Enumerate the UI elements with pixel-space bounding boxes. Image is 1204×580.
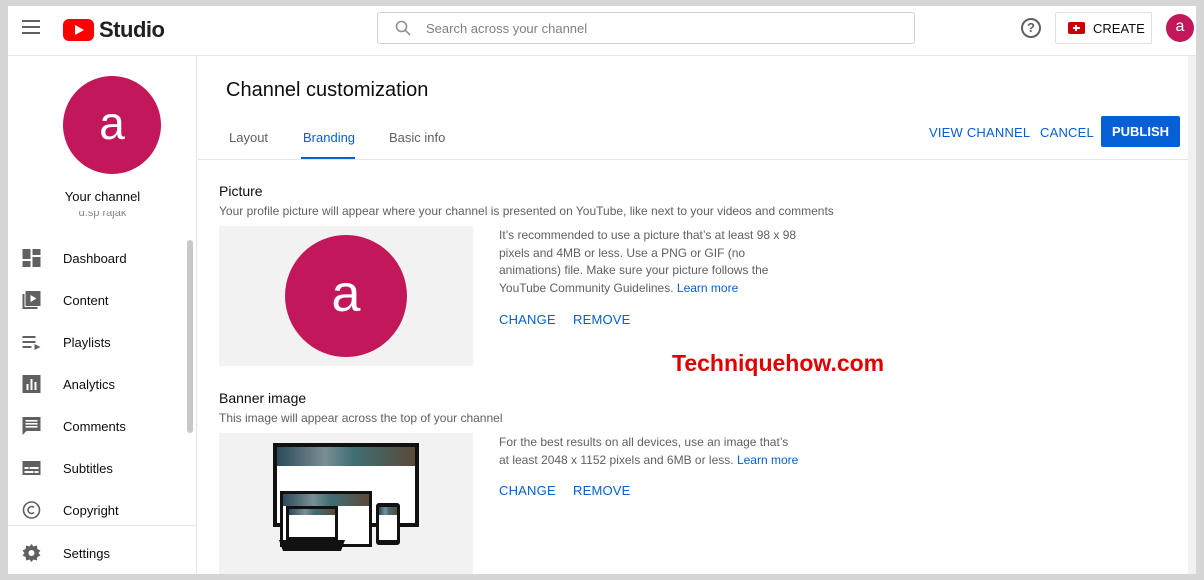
sidebar-item-comments[interactable]: Comments [8,406,188,446]
create-label: CREATE [1093,20,1145,36]
youtube-logo-icon [63,19,94,41]
sidebar-item-analytics[interactable]: Analytics [8,364,188,404]
picture-remove-button[interactable]: REMOVE [573,312,631,327]
channel-handle: d.sp rajak [78,211,127,219]
sidebar-item-label: Playlists [63,334,111,350]
account-avatar[interactable]: a [1166,14,1194,42]
tab-basic-info[interactable]: Basic info [389,130,445,145]
search-input[interactable] [426,13,906,43]
copyright-icon [22,501,41,519]
sidebar: a Your channel d.sp rajak Dashboard Cont… [8,56,197,574]
sidebar-item-label: Analytics [63,376,116,392]
create-video-icon [1068,22,1085,34]
channel-avatar[interactable]: a [63,76,161,174]
your-channel-label: Your channel [64,189,141,204]
analytics-icon [22,375,41,393]
cancel-button[interactable]: CANCEL [1040,125,1094,140]
help-icon[interactable]: ? [1021,18,1041,38]
sidebar-item-label: Subtitles [63,460,113,476]
page-scrollbar[interactable] [1188,56,1196,574]
publish-button[interactable]: PUBLISH [1101,116,1180,147]
sidebar-item-content[interactable]: Content [8,280,188,320]
sidebar-item-playlists[interactable]: Playlists [8,322,188,362]
create-button[interactable]: CREATE [1055,12,1152,44]
page-title: Channel customization [226,79,429,101]
sidebar-item-label: Settings [63,545,110,561]
tab-branding[interactable]: Branding [303,130,355,145]
top-bar: Studio ? CREATE a [8,6,1196,56]
picture-info-body: It’s recommended to use a picture that’s… [499,228,797,295]
sidebar-item-copyright[interactable]: Copyright [8,490,188,530]
picture-section-description: Your profile picture will appear where y… [219,204,834,218]
sidebar-item-dashboard[interactable]: Dashboard [8,238,188,278]
search-icon[interactable] [395,20,411,36]
view-channel-button[interactable]: VIEW CHANNEL [929,125,1030,140]
search-box [377,12,915,44]
sidebar-item-label: Dashboard [63,250,127,266]
subtitles-icon [22,461,41,475]
picture-change-button[interactable]: CHANGE [499,312,556,327]
playlists-icon [22,336,41,350]
picture-section-title: Picture [219,183,263,199]
sidebar-item-label: Copyright [63,502,119,518]
dashboard-icon [22,249,41,267]
content-icon [22,291,41,309]
sidebar-scrollbar[interactable] [187,240,193,433]
devices-banner-illustration [273,443,419,551]
banner-remove-button[interactable]: REMOVE [573,483,631,498]
profile-picture-preview: a [285,235,407,357]
comments-icon [22,417,41,435]
banner-info-text: For the best results on all devices, use… [499,434,799,469]
picture-learn-more-link[interactable]: Learn more [677,281,738,295]
picture-preview: a [219,226,473,366]
banner-section-title: Banner image [219,390,307,406]
tab-layout[interactable]: Layout [229,130,268,145]
sidebar-item-settings[interactable]: Settings [8,533,188,573]
header-divider [198,159,1196,160]
menu-icon[interactable] [22,20,40,34]
banner-learn-more-link[interactable]: Learn more [737,453,798,467]
main-content: Channel customization Layout Branding Ba… [198,56,1196,574]
banner-preview [219,433,473,574]
sidebar-divider [8,525,197,526]
banner-change-button[interactable]: CHANGE [499,483,556,498]
logo-text: Studio [99,17,165,42]
settings-icon [22,544,41,562]
banner-section-description: This image will appear across the top of… [219,411,503,425]
picture-info-text: It’s recommended to use a picture that’s… [499,227,799,297]
sidebar-item-label: Comments [63,418,126,434]
sidebar-item-label: Content [63,292,109,308]
studio-logo[interactable]: Studio [63,17,165,43]
watermark-text: Techniquehow.com [672,350,885,376]
sidebar-item-subtitles[interactable]: Subtitles [8,448,188,488]
